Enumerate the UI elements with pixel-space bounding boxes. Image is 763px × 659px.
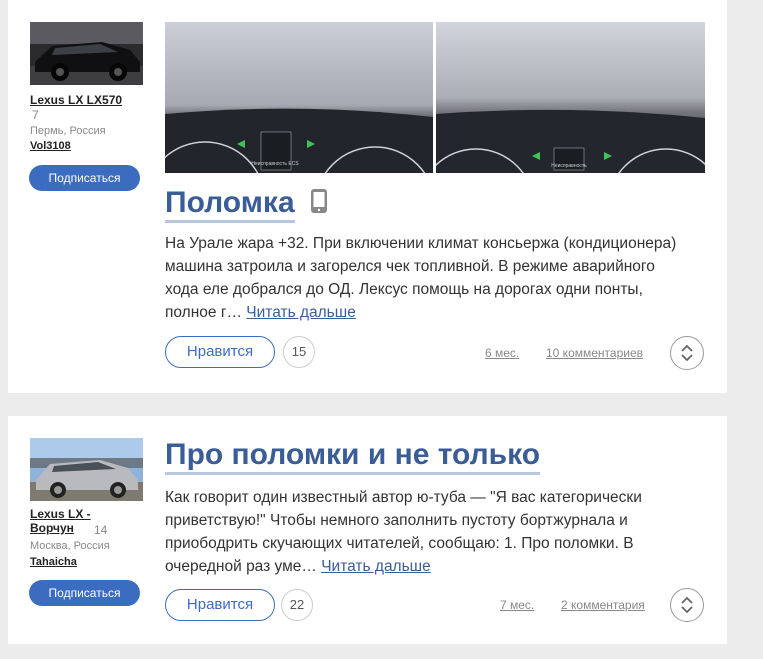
subscribe-button[interactable]: Подписаться xyxy=(29,165,140,191)
post-excerpt: Как говорит один известный автор ю-туба … xyxy=(165,486,685,578)
car-name-text: Lexus LX - Ворчун xyxy=(30,507,91,535)
post-title-link[interactable]: Про поломки и не только xyxy=(165,438,541,475)
car-thumbnail[interactable] xyxy=(30,438,143,501)
car-count: 14 xyxy=(94,523,108,537)
subscribe-button[interactable]: Подписаться xyxy=(29,580,140,606)
post-time-link[interactable]: 7 мес. xyxy=(500,598,534,612)
photo-caption: Неисправность ECS xyxy=(251,161,299,167)
post-time-link[interactable]: 6 мес. xyxy=(485,346,519,360)
comments-link[interactable]: 2 комментария xyxy=(561,598,645,612)
car-location: Москва, Россия xyxy=(30,540,110,552)
car-thumbnail[interactable] xyxy=(30,22,143,85)
photo-caption: Неисправность xyxy=(551,163,587,169)
mobile-phone-icon xyxy=(310,188,328,219)
car-name-text: Lexus LX LX570 xyxy=(30,93,123,107)
post-card: Lexus LX LX570 7 Пермь, Россия Vol3108 П… xyxy=(8,0,727,393)
car-name-link[interactable]: Lexus LX LX570 xyxy=(30,93,122,107)
like-count: 15 xyxy=(283,336,315,368)
post-title-link[interactable]: Поломка xyxy=(165,186,295,223)
user-link[interactable]: Tahaicha xyxy=(30,556,77,568)
car-location: Пермь, Россия xyxy=(30,125,106,137)
sort-updown-icon[interactable] xyxy=(670,588,704,622)
read-more-link[interactable]: Читать дальше xyxy=(321,558,431,575)
user-link[interactable]: Vol3108 xyxy=(30,140,71,152)
post-photo[interactable]: Неисправность ECS xyxy=(165,22,433,173)
car-count: 7 xyxy=(32,108,39,122)
post-photos: Неисправность ECS Неисправность xyxy=(165,22,705,173)
excerpt-text: На Урале жара +32. При включении климат … xyxy=(165,235,677,321)
like-button[interactable]: Нравится xyxy=(165,589,275,621)
read-more-link[interactable]: Читать дальше xyxy=(246,304,356,321)
post-excerpt: На Урале жара +32. При включении климат … xyxy=(165,232,685,324)
post-card: Lexus LX - Ворчун 14 Москва, Россия Taha… xyxy=(8,416,727,644)
post-photo[interactable]: Неисправность xyxy=(436,22,705,173)
sort-updown-icon[interactable] xyxy=(670,336,704,370)
like-count: 22 xyxy=(281,589,313,621)
comments-link[interactable]: 10 комментариев xyxy=(546,346,643,360)
car-name-link[interactable]: Lexus LX - Ворчун xyxy=(30,507,130,535)
like-button[interactable]: Нравится xyxy=(165,336,275,368)
